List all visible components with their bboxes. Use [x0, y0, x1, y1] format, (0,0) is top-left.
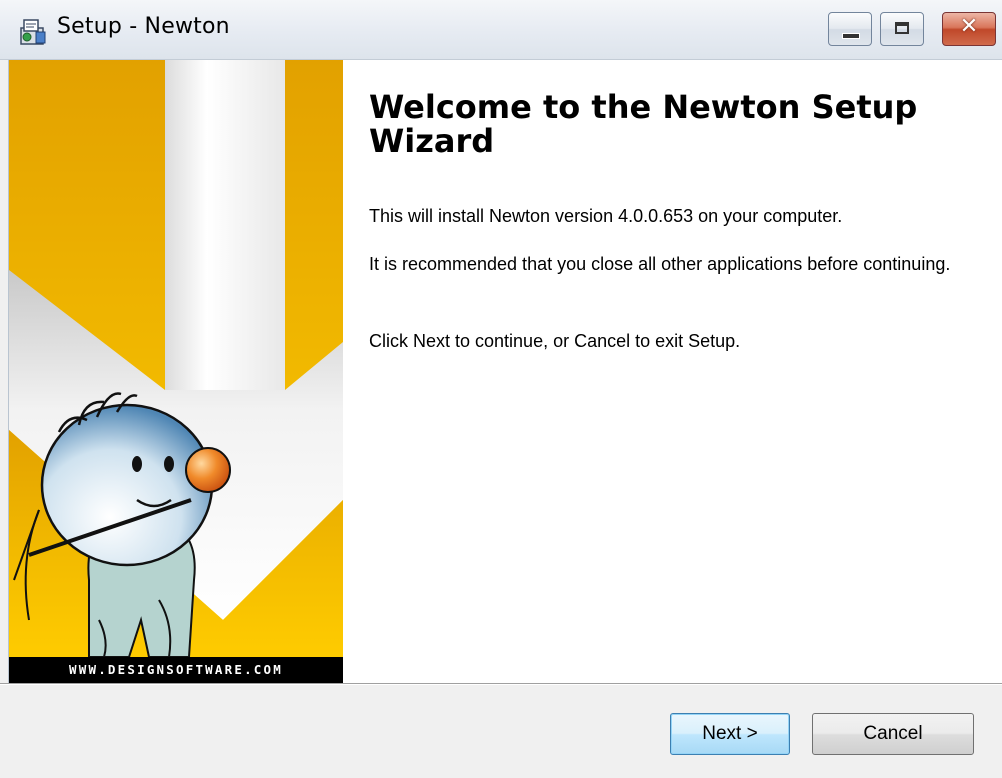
close-icon: ✕ [959, 14, 979, 39]
maximize-icon [895, 22, 909, 34]
cancel-button[interactable]: Cancel [812, 713, 974, 755]
banner-website-url: WWW.DESIGNSOFTWARE.COM [9, 657, 343, 683]
next-button[interactable]: Next > [670, 713, 790, 755]
setup-app-icon [20, 19, 46, 45]
wizard-welcome-title: Welcome to the Newton Setup Wizard [369, 88, 918, 160]
close-apps-recommendation: It is recommended that you close all oth… [369, 254, 951, 274]
minimize-icon [842, 33, 860, 39]
continue-instruction: Click Next to continue, or Cancel to exi… [369, 331, 741, 351]
window-title: Setup - Newton [57, 14, 230, 39]
wizard-page: WWW.DESIGNSOFTWARE.COM Welcome to the Ne… [8, 60, 1002, 683]
close-button[interactable]: ✕ [942, 12, 996, 46]
footer-separator [0, 683, 1002, 685]
maximize-button[interactable] [880, 12, 924, 46]
minimize-button[interactable] [828, 12, 872, 46]
wizard-banner-image [9, 60, 343, 683]
install-version-text: This will install Newton version 4.0.0.6… [369, 206, 843, 226]
title-bar: Setup - Newton ✕ [0, 0, 1002, 60]
